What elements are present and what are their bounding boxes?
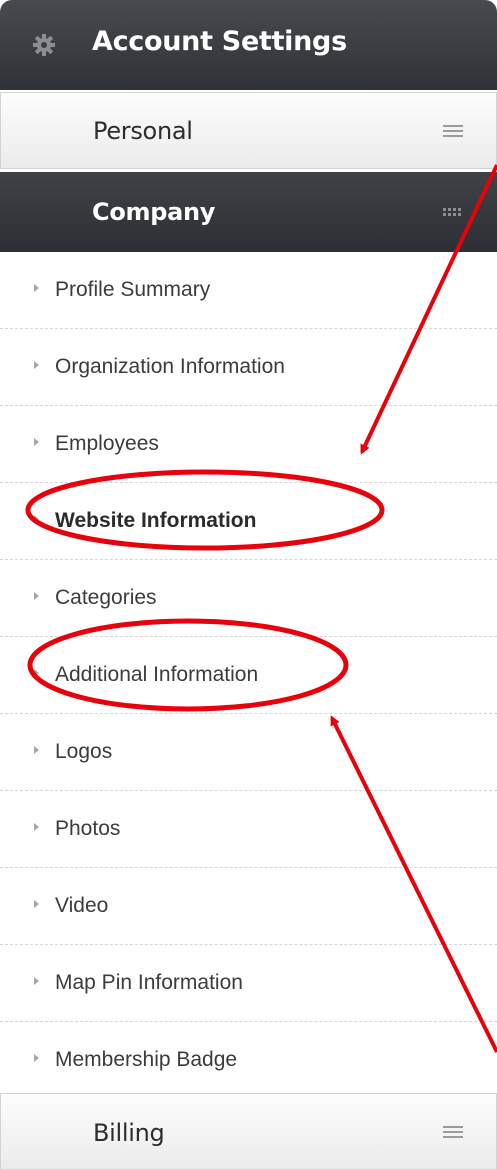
menu-item-label: Website Information [55,509,257,532]
grid-icon [443,208,461,216]
company-submenu: Profile Summary Organization Information… [0,252,497,1099]
bullet-icon [34,592,39,600]
bullet-icon [34,746,39,754]
menu-item-label: Categories [55,586,157,609]
account-settings-sidebar: Account Settings Personal Company Profil… [0,0,497,1170]
menu-item-label: Logos [55,740,113,763]
menu-item-video[interactable]: Video [0,868,497,945]
menu-item-label: Additional Information [55,663,259,686]
menu-item-label: Video [55,894,109,917]
menu-item-label: Photos [55,817,121,840]
menu-item-label: Employees [55,432,159,455]
bullet-icon [34,1054,39,1062]
bullet-icon [34,900,39,908]
bullet-icon [34,438,39,446]
menu-item-website-information[interactable]: Website Information [0,483,497,560]
menu-item-label: Profile Summary [55,278,211,301]
menu-item-organization-information[interactable]: Organization Information [0,329,497,406]
menu-item-membership-badge[interactable]: Membership Badge [0,1022,497,1099]
section-company-label: Company [92,198,216,226]
menu-item-employees[interactable]: Employees [0,406,497,483]
bullet-icon [34,284,39,292]
hamburger-icon [443,1126,463,1140]
menu-item-map-pin-information[interactable]: Map Pin Information [0,945,497,1022]
section-personal-label: Personal [93,117,193,145]
account-settings-header[interactable]: Account Settings [0,0,497,90]
menu-item-label: Organization Information [55,355,285,378]
hamburger-icon [443,125,463,139]
menu-item-label: Membership Badge [55,1048,238,1071]
section-company[interactable]: Company [0,172,497,252]
bullet-icon [34,515,39,523]
section-billing[interactable]: Billing [0,1093,497,1170]
sidebar-title: Account Settings [92,26,347,57]
bullet-icon [34,361,39,369]
menu-item-label: Map Pin Information [55,971,243,994]
section-billing-label: Billing [93,1119,165,1147]
bullet-icon [34,669,39,677]
bullet-icon [34,823,39,831]
menu-item-additional-information[interactable]: Additional Information [0,637,497,714]
menu-item-categories[interactable]: Categories [0,560,497,637]
menu-item-profile-summary[interactable]: Profile Summary [0,252,497,329]
gear-icon [33,34,55,56]
menu-item-logos[interactable]: Logos [0,714,497,791]
bullet-icon [34,977,39,985]
section-personal[interactable]: Personal [0,92,497,169]
menu-item-photos[interactable]: Photos [0,791,497,868]
